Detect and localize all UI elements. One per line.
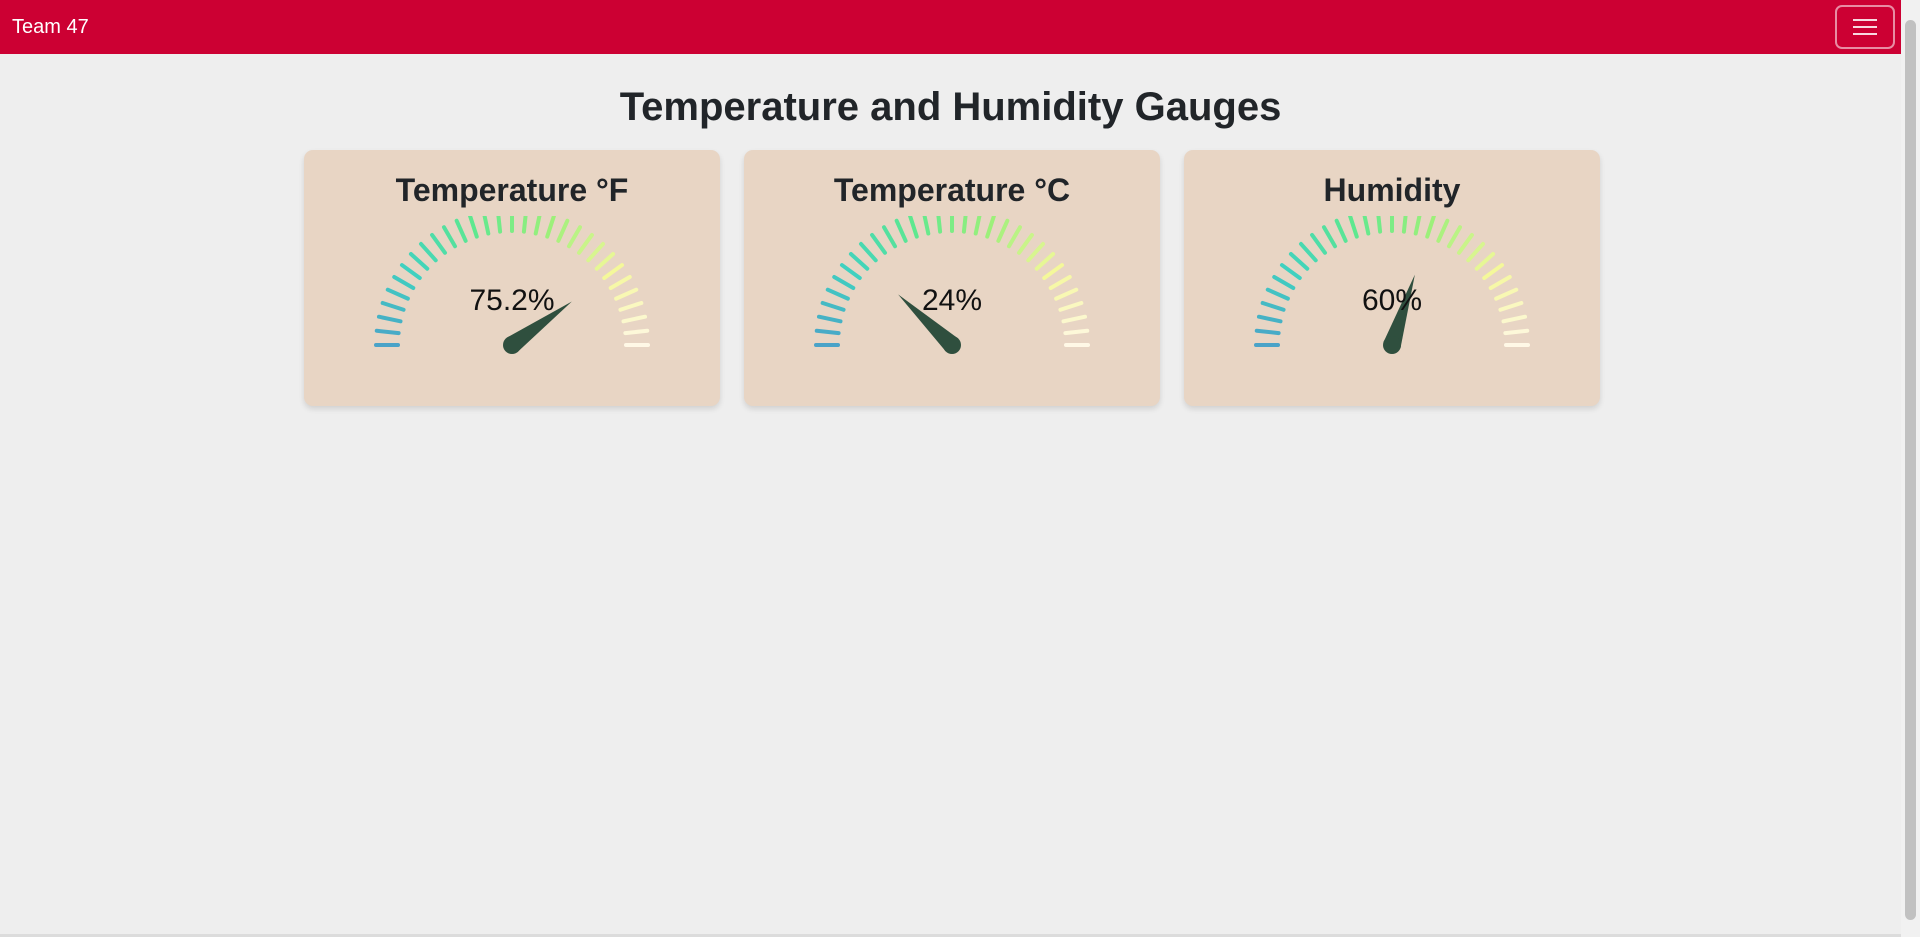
gauge-tick <box>399 263 422 280</box>
gauge-tick <box>1413 209 1423 236</box>
gauge-value: 60% <box>1361 284 1423 317</box>
gauge-tick <box>859 241 878 263</box>
menu-toggle-button[interactable] <box>1835 5 1895 49</box>
gauge-tick <box>814 328 841 336</box>
gauge-tick <box>921 209 931 236</box>
gauge-tick <box>1334 218 1348 243</box>
page-title: Temperature and Humidity Gauges <box>619 85 1282 129</box>
gauge-tick <box>467 213 479 239</box>
main-content: Temperature and Humidity Gauges Temperat… <box>0 54 1901 406</box>
gauge-tick <box>521 207 529 234</box>
gauge-tick <box>985 213 997 239</box>
gauge-title: Temperature °C <box>833 172 1071 208</box>
navbar: Team 47 <box>0 0 1901 54</box>
gauge-tick <box>848 252 870 271</box>
gauge-tick <box>1436 218 1450 243</box>
gauge-tick <box>1254 328 1281 336</box>
gauge-tick <box>430 232 447 255</box>
gauge-card-temperature-f: Temperature °F 75.2% <box>304 150 720 406</box>
gauge-tick <box>1482 263 1505 280</box>
gauge-tick <box>1042 263 1065 280</box>
gauge-tick <box>870 232 887 255</box>
gauge-tick <box>1347 213 1359 239</box>
gauge-tick <box>545 213 557 239</box>
gauge-title: Temperature °F <box>395 172 629 208</box>
gauge-tick <box>1425 213 1437 239</box>
gauge-temperature-f: 75.2% <box>370 207 654 366</box>
gauge-tick <box>1279 263 1302 280</box>
gauge-tick <box>1474 252 1496 271</box>
gauge-tick <box>577 232 594 255</box>
hamburger-icon <box>1853 19 1877 35</box>
scrollbar-thumb[interactable] <box>1905 20 1916 920</box>
gauge-tick <box>454 218 468 243</box>
gauge-tick <box>839 263 862 280</box>
gauge-tick <box>1457 232 1474 255</box>
gauge-card-temperature-c: Temperature °C 24% <box>744 150 1160 406</box>
navbar-brand[interactable]: Team 47 <box>12 16 89 39</box>
gauge-tick <box>556 218 570 243</box>
gauge-tick <box>907 213 919 239</box>
gauge-value: 75.2% <box>469 284 555 317</box>
gauge-cards: Temperature °F 75.2% Temperature °C 24% … <box>304 150 1600 406</box>
gauge-tick <box>602 263 625 280</box>
gauge-tick <box>1299 241 1318 263</box>
gauge-temperature-c: 24% <box>810 207 1094 366</box>
gauge-card-humidity: Humidity 60% <box>1184 150 1600 406</box>
gauge-tick <box>623 328 650 336</box>
gauge-tick <box>1063 328 1090 336</box>
gauge-tick <box>374 328 401 336</box>
gauge-tick <box>1017 232 1034 255</box>
gauge-tick <box>1007 225 1022 249</box>
gauge-needle-hub <box>503 336 521 354</box>
gauge-tick <box>1288 252 1310 271</box>
gauge-tick <box>533 209 543 236</box>
gauge-tick <box>882 225 897 249</box>
gauge-tick <box>1026 241 1045 263</box>
gauge-tick <box>1034 252 1056 271</box>
gauge-tick <box>408 252 430 271</box>
gauge-tick <box>1361 209 1371 236</box>
gauge-tick <box>495 207 503 234</box>
gauge-tick <box>1375 207 1383 234</box>
gauge-tick <box>961 207 969 234</box>
gauge-tick <box>996 218 1010 243</box>
gauge-tick <box>1401 207 1409 234</box>
gauge-title: Humidity <box>1323 172 1461 208</box>
vertical-scrollbar[interactable] <box>1901 0 1920 937</box>
gauge-tick <box>419 241 438 263</box>
gauge-value: 24% <box>921 284 983 317</box>
gauge-needle-hub <box>1383 336 1401 354</box>
gauge-tick <box>567 225 582 249</box>
gauge-tick <box>1322 225 1337 249</box>
gauge-tick <box>935 207 943 234</box>
gauge-humidity: 60% <box>1250 207 1534 366</box>
gauge-tick <box>442 225 457 249</box>
gauge-tick <box>1310 232 1327 255</box>
gauge-tick <box>1503 328 1530 336</box>
gauge-tick <box>894 218 908 243</box>
gauge-tick <box>973 209 983 236</box>
gauge-tick <box>481 209 491 236</box>
gauge-tick <box>1466 241 1485 263</box>
gauge-tick <box>594 252 616 271</box>
gauge-tick <box>586 241 605 263</box>
gauge-tick <box>1447 225 1462 249</box>
gauge-needle-hub <box>943 336 961 354</box>
